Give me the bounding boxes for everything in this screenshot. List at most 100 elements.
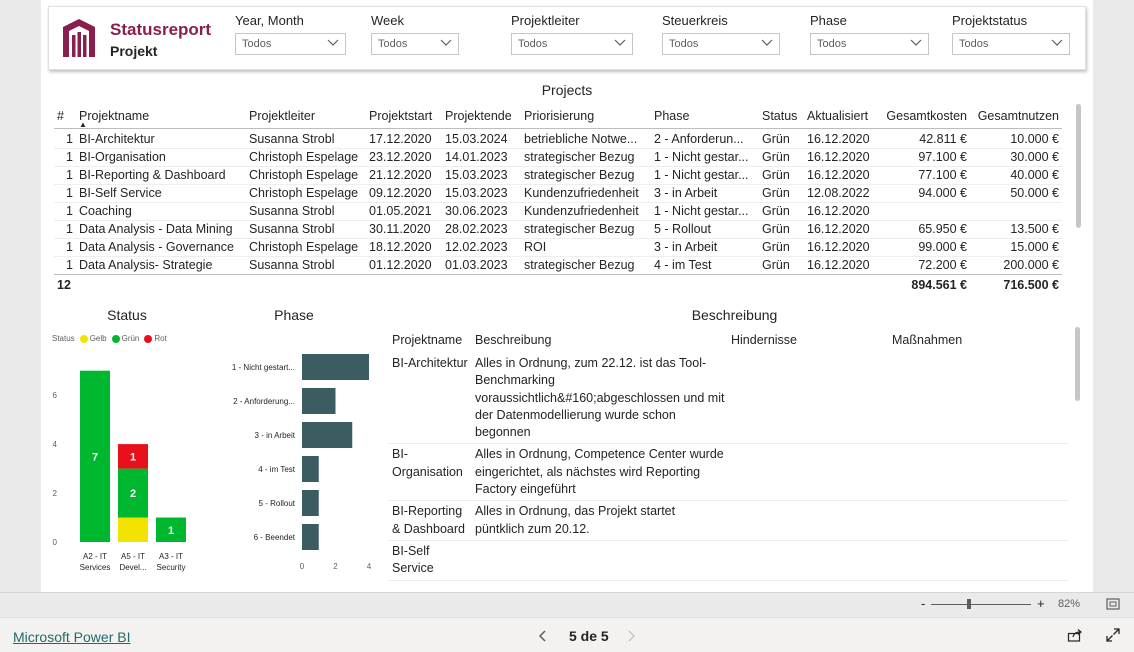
projects-title: Projects <box>541 82 593 98</box>
slicer-0: Year, Month Todos <box>235 13 346 55</box>
column-header[interactable]: Projektende <box>442 104 521 129</box>
phase-bar[interactable] <box>302 456 319 482</box>
next-page-icon[interactable] <box>626 629 636 643</box>
description-table-visual: Beschreibung Projektname Beschreibung Hind… <box>383 303 1086 582</box>
table-cell: strategischer Bezug <box>521 256 651 274</box>
fit-to-page-icon[interactable] <box>1106 598 1120 610</box>
table-cell: 10.000 € <box>970 130 1062 149</box>
powerbi-link[interactable]: Microsoft Power BI <box>13 629 130 645</box>
description-row[interactable]: BI-Architektur Alles in Ordnung, zum 22.1… <box>389 353 1069 445</box>
y-tick-label: 6 <box>53 391 58 400</box>
projects-rows-viewport[interactable]: 1 BI-Architektur Susanna Strobl 17.12.2020 1… <box>54 130 1064 274</box>
table-cell: 3 - in Arbeit <box>651 238 759 257</box>
table-cell: 23.12.2020 <box>366 148 442 167</box>
description-row[interactable]: BI-Reporting & Dashboard Alles in Ordnung… <box>389 500 1069 541</box>
slicer-3: Steuerkreis Todos <box>662 13 780 55</box>
column-header-label: # <box>57 108 64 123</box>
column-header[interactable]: Aktualisiert <box>804 104 878 129</box>
table-cell: 99.000 € <box>878 238 970 257</box>
table-cell: Grün <box>759 166 804 185</box>
column-header[interactable]: Gesamtkosten <box>878 104 970 129</box>
description-row[interactable]: BI-Organisation Alles in Ordnung, Compete… <box>389 443 1069 502</box>
column-header[interactable]: Projektstart <box>366 104 442 129</box>
zoom-out-button[interactable]: - <box>921 596 925 611</box>
description-cell-hindernisse <box>728 540 889 581</box>
column-header[interactable]: Phase <box>651 104 759 129</box>
column-header[interactable]: Hindernisse <box>728 327 889 353</box>
report-title: Statusreport <box>110 20 212 39</box>
slicer-dropdown[interactable]: Todos <box>952 33 1070 55</box>
table-cell: 16.12.2020 <box>804 130 878 149</box>
table-cell: 1 <box>54 220 76 239</box>
table-cell: 1 <box>54 148 76 167</box>
fullscreen-icon[interactable] <box>1106 628 1120 642</box>
slicer-dropdown[interactable]: Todos <box>662 33 780 55</box>
table-cell: 16.12.2020 <box>804 148 878 167</box>
slicer-dropdown[interactable]: Todos <box>511 33 633 55</box>
zoom-in-button[interactable]: + <box>1037 596 1045 611</box>
phase-bar[interactable] <box>302 354 369 380</box>
column-header[interactable]: Priorisierung <box>521 104 651 129</box>
zoom-slider-track[interactable] <box>931 604 1031 605</box>
table-cell: Grün <box>759 202 804 221</box>
status-bar-segment[interactable] <box>118 517 148 542</box>
x-tick-label: A5 - IT <box>121 552 145 561</box>
statusreport-logo-icon <box>63 19 95 57</box>
table-cell: ROI <box>521 238 651 257</box>
share-icon[interactable] <box>1067 628 1083 642</box>
table-row[interactable]: 1 BI-Reporting & Dashboard Christoph Espel… <box>54 166 1062 185</box>
description-viewport[interactable]: Projektname Beschreibung Hindernisse Maßnah… <box>383 303 1073 582</box>
slicer-dropdown[interactable]: Todos <box>810 33 929 55</box>
y-tick-label: 4 <box>53 440 58 449</box>
phase-bar[interactable] <box>302 524 319 550</box>
table-cell: Data Analysis- Strategie <box>76 256 246 274</box>
table-cell: 72.200 € <box>878 256 970 274</box>
column-header[interactable]: Beschreibung <box>472 327 728 353</box>
phase-bar[interactable] <box>302 388 336 414</box>
phase-bar[interactable] <box>302 422 353 448</box>
prev-page-icon[interactable] <box>538 629 548 643</box>
column-header-label: Projektende <box>445 108 512 123</box>
zoom-level: 82% <box>1058 598 1081 610</box>
description-cell-massnahmen <box>889 353 1069 445</box>
x-tick-label: Services <box>80 563 111 572</box>
column-header[interactable]: Projektname ▲ <box>76 104 246 129</box>
column-header-label: Gesamtnutzen <box>977 108 1059 123</box>
column-header[interactable]: Maßnahmen <box>889 327 1069 353</box>
chevron-down-icon <box>614 39 626 46</box>
total-cell <box>804 274 878 295</box>
description-cell-name: BI-Self Service <box>389 540 472 581</box>
table-row[interactable]: 1 BI-Organisation Christoph Espelage 23.12.… <box>54 148 1062 167</box>
column-header[interactable]: Projektname <box>389 327 472 353</box>
table-cell: Grün <box>759 184 804 203</box>
column-header[interactable]: Projektleiter <box>246 104 366 129</box>
description-row[interactable]: BI-Self Service <box>389 540 1069 581</box>
slicer-dropdown[interactable]: Todos <box>235 33 346 55</box>
y-category-label: 3 - in Arbeit <box>255 431 296 440</box>
total-cell <box>521 274 651 295</box>
table-cell: 15.03.2023 <box>442 184 521 203</box>
projects-scrollbar[interactable] <box>1076 104 1081 228</box>
table-row[interactable]: 1 Data Analysis - Data Mining Susanna Stro… <box>54 220 1062 239</box>
table-cell: 16.12.2020 <box>804 238 878 257</box>
table-cell: strategischer Bezug <box>521 148 651 167</box>
table-cell: 4 - im Test <box>651 256 759 274</box>
table-cell: 15.000 € <box>970 238 1062 257</box>
table-cell: 30.000 € <box>970 148 1062 167</box>
description-scrollbar[interactable] <box>1075 327 1080 401</box>
table-cell: 1 - Nicht gestar... <box>651 202 759 221</box>
slicer-dropdown[interactable]: Todos <box>371 33 459 55</box>
column-header[interactable]: # <box>54 104 76 129</box>
table-row[interactable]: 1 BI-Self Service Christoph Espelage 09.12.… <box>54 184 1062 203</box>
table-row[interactable]: 1 Data Analysis- Strategie Susanna Strobl 0… <box>54 256 1062 274</box>
column-header[interactable]: Gesamtnutzen <box>970 104 1062 129</box>
column-header-label: Gesamtkosten <box>886 108 967 123</box>
column-header-label: Phase <box>654 108 690 123</box>
table-row[interactable]: 1 BI-Architektur Susanna Strobl 17.12.2020 1… <box>54 130 1062 149</box>
y-category-label: 5 - Rollout <box>259 499 296 508</box>
column-header[interactable]: Status <box>759 104 804 129</box>
zoom-slider-thumb[interactable] <box>967 599 971 609</box>
table-row[interactable]: 1 Data Analysis - Governance Christoph Esp… <box>54 238 1062 257</box>
table-row[interactable]: 1 Coaching Susanna Strobl 01.05.2021 30.06.2… <box>54 202 1062 221</box>
phase-bar[interactable] <box>302 490 319 516</box>
